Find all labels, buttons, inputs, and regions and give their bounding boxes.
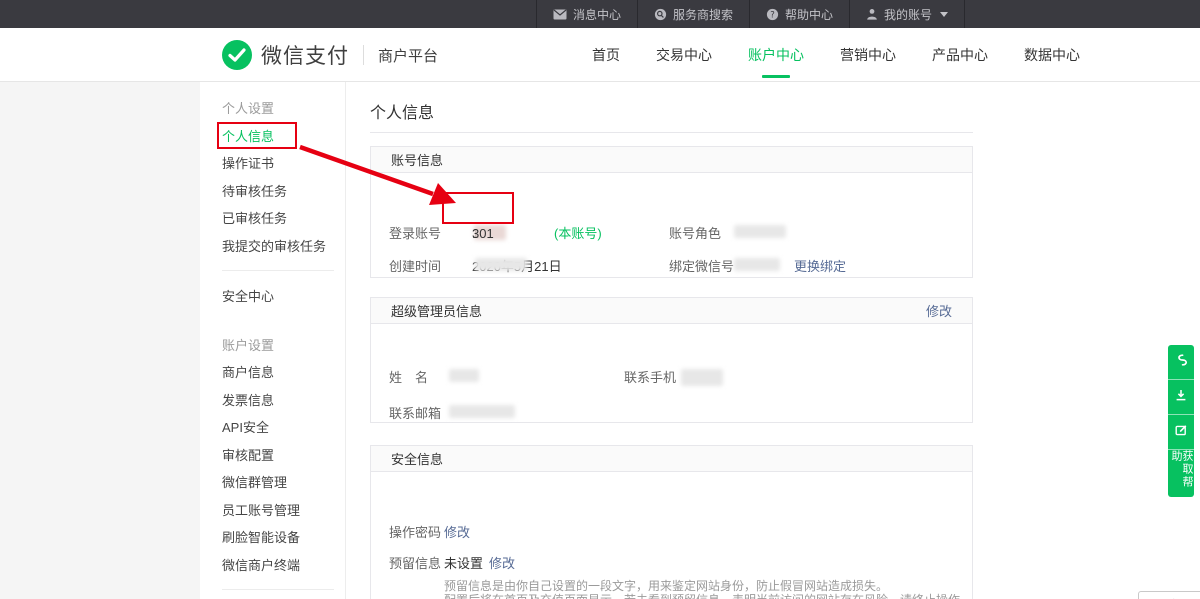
sidebar-divider: [222, 589, 334, 590]
sidebar-item-wechat-group-management[interactable]: 微信群管理: [222, 468, 345, 496]
sidebar-item-face-smart-device[interactable]: 刷脸智能设备: [222, 523, 345, 551]
mail-icon: [553, 9, 567, 20]
description-line: 预留信息是由你自己设置的一段文字，用来鉴定网站身份，防止假冒网站造成损失。: [444, 580, 972, 594]
security-info-card-body: 操作密码 修改 预留信息 未设置 修改 预留信息是由你自己设置的一段文字，用来鉴…: [371, 472, 972, 599]
sidebar-header-personal-settings: 个人设置: [222, 94, 345, 122]
wechat-pay-check-icon: [222, 40, 252, 70]
sidebar-item-review-config[interactable]: 审核配置: [222, 441, 345, 469]
name-label: 姓 名: [389, 369, 428, 387]
account-info-card-title: 账号信息: [391, 150, 443, 169]
operation-password-label: 操作密码: [389, 524, 441, 542]
redacted-email: [449, 405, 515, 418]
edit-reserved-info-link[interactable]: 修改: [489, 555, 515, 573]
sidebar-item-operation-certificate[interactable]: 操作证书: [222, 149, 345, 177]
brand[interactable]: 微信支付 商户平台: [222, 28, 438, 82]
redacted-account-role: [734, 225, 786, 238]
sidebar-item-staff-account-management[interactable]: 员工账号管理: [222, 496, 345, 524]
contact-email-label: 联系邮箱: [389, 405, 441, 423]
account-role-label: 账号角色: [669, 225, 721, 243]
help-icon: ?: [766, 8, 779, 21]
redacted-phone: [681, 369, 723, 386]
nav-product-center[interactable]: 产品中心: [932, 28, 988, 82]
super-admin-card-title: 超级管理员信息: [391, 301, 482, 320]
security-info-card-header: 安全信息: [371, 446, 972, 472]
search-icon: [654, 8, 667, 21]
sidebar-item-pending-review-tasks[interactable]: 待审核任务: [222, 177, 345, 205]
contact-phone-label: 联系手机: [624, 369, 676, 387]
reserved-info-value: 未设置: [444, 555, 483, 573]
feedback-icon: [1174, 423, 1188, 442]
sidebar-item-security-center[interactable]: 安全中心: [222, 282, 345, 310]
main-nav: 首页 交易中心 账户中心 营销中心 产品中心 数据中心: [592, 28, 1080, 82]
change-binding-link[interactable]: 更换绑定: [794, 258, 846, 276]
left-gray-strip: [0, 82, 200, 599]
annotation-box-sidebar-personal-info: [217, 122, 297, 149]
nav-account-center[interactable]: 账户中心: [748, 28, 804, 82]
topbar-item-label: 帮助中心: [785, 6, 833, 23]
sidebar: 个人设置 个人信息 操作证书 待审核任务 已审核任务 我提交的审核任务 安全中心…: [200, 82, 346, 599]
nav-data-center[interactable]: 数据中心: [1024, 28, 1080, 82]
merchant-platform-page: 消息中心 服务商搜索 ? 帮助中心 我的账号: [0, 0, 1200, 599]
page-title: 个人信息: [370, 99, 434, 123]
topbar-item-label: 服务商搜索: [673, 6, 733, 23]
miniprogram-button[interactable]: [1168, 345, 1194, 380]
sidebar-item-merchant-info[interactable]: 商户信息: [222, 358, 345, 386]
reserved-info-label: 预留信息: [389, 555, 441, 573]
annotation-box-login-account: [442, 192, 514, 224]
topbar: 消息中心 服务商搜索 ? 帮助中心 我的账号: [0, 0, 1200, 28]
download-button[interactable]: [1168, 380, 1194, 415]
brand-name: 微信支付: [261, 40, 349, 70]
account-info-card-header: 账号信息: [371, 147, 972, 173]
user-icon: [866, 8, 878, 20]
header: 微信支付 商户平台 首页 交易中心 账户中心 营销中心 产品中心 数据中心: [0, 28, 1200, 82]
edit-admin-link[interactable]: 修改: [926, 301, 952, 320]
redacted-wechat-id: [734, 258, 780, 271]
feedback-button[interactable]: [1168, 415, 1194, 450]
redacted-created-time: [475, 258, 527, 271]
miniprogram-icon: [1174, 353, 1188, 372]
topbar-item-label: 我的账号: [884, 6, 932, 23]
sidebar-header-account-settings: 账户设置: [222, 331, 345, 359]
my-account-menu[interactable]: 我的账号: [849, 0, 965, 28]
date-tooltip: 2020年5月22日: [1138, 591, 1200, 599]
floating-help-widget: 获取帮助: [1168, 345, 1194, 497]
super-admin-card-body: 姓 名 联系手机 联系邮箱: [371, 324, 972, 423]
security-info-card-title: 安全信息: [391, 449, 443, 468]
sidebar-item-my-submitted-review-tasks[interactable]: 我提交的审核任务: [222, 232, 345, 260]
nav-home[interactable]: 首页: [592, 28, 620, 82]
redacted-name: [449, 369, 479, 382]
nav-transaction-center[interactable]: 交易中心: [656, 28, 712, 82]
current-account-tag: (本账号): [554, 225, 602, 243]
sidebar-item-reviewed-tasks[interactable]: 已审核任务: [222, 204, 345, 232]
sidebar-gap: [222, 310, 345, 331]
sidebar-item-invoice-info[interactable]: 发票信息: [222, 386, 345, 414]
sidebar-item-api-security[interactable]: API安全: [222, 413, 345, 441]
security-info-card: 安全信息 操作密码 修改 预留信息 未设置 修改 预留信息是由你自己设置的一段文…: [370, 445, 973, 599]
bound-wechat-label: 绑定微信号: [669, 258, 734, 276]
get-help-label: 获取帮助: [1170, 450, 1192, 497]
sidebar-item-wechat-merchant-terminal[interactable]: 微信商户终端: [222, 551, 345, 579]
help-center-link[interactable]: ? 帮助中心: [749, 0, 849, 28]
nav-marketing-center[interactable]: 营销中心: [840, 28, 896, 82]
message-center-link[interactable]: 消息中心: [536, 0, 637, 28]
sidebar-divider: [222, 270, 334, 271]
description-line: 配置后将在首页及充值页面显示。若未看到预留信息，表明当前访问的网站存在风险，请终…: [444, 594, 972, 599]
brand-subtitle: 商户平台: [378, 45, 438, 66]
login-account-label: 登录账号: [389, 225, 441, 243]
super-admin-card-header: 超级管理员信息 修改: [371, 298, 972, 324]
topbar-items: 消息中心 服务商搜索 ? 帮助中心 我的账号: [536, 0, 965, 28]
created-time-label: 创建时间: [389, 258, 441, 276]
reserved-info-description: 预留信息是由你自己设置的一段文字，用来鉴定网站身份，防止假冒网站造成损失。 配置…: [444, 580, 972, 599]
account-info-card-body: 登录账号 15301 (本账号) 账号角色 创建时间 2020年5月21日 绑定…: [371, 173, 972, 278]
edit-password-link[interactable]: 修改: [444, 524, 470, 542]
super-admin-card: 超级管理员信息 修改 姓 名 联系手机 联系邮箱: [370, 297, 973, 423]
download-icon: [1174, 388, 1188, 407]
chevron-down-icon: [940, 12, 948, 17]
service-provider-search-link[interactable]: 服务商搜索: [637, 0, 749, 28]
svg-text:?: ?: [770, 10, 775, 20]
brand-divider: [363, 45, 364, 65]
title-divider: [370, 132, 973, 133]
topbar-item-label: 消息中心: [573, 6, 621, 23]
get-help-button[interactable]: 获取帮助: [1168, 450, 1194, 497]
